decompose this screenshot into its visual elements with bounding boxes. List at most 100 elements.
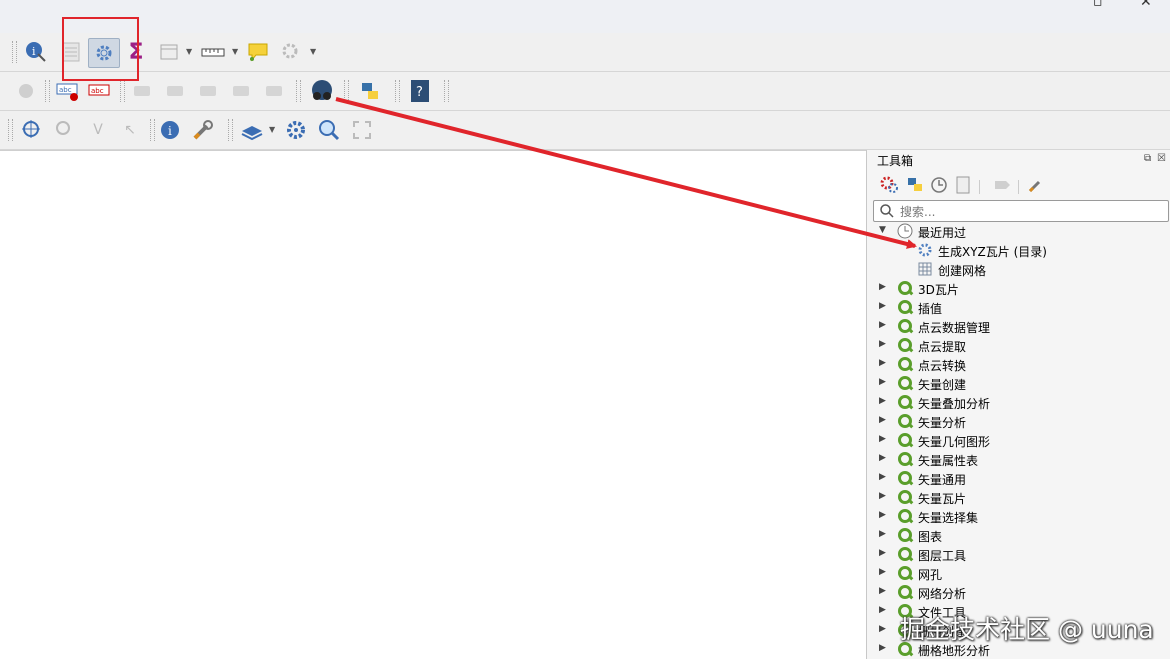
models-icon[interactable] bbox=[880, 176, 898, 197]
open-table-icon[interactable] bbox=[157, 40, 181, 64]
digitize-icon[interactable] bbox=[20, 118, 44, 142]
snapping-icon[interactable]: ↖ bbox=[118, 118, 142, 142]
toolbar-grip[interactable] bbox=[120, 80, 125, 102]
vertex-tool-icon[interactable] bbox=[53, 118, 77, 142]
measure-icon[interactable] bbox=[201, 40, 225, 64]
options-wrench-icon[interactable] bbox=[1027, 176, 1045, 197]
tree-group[interactable]: ▶ 矢量几何图形 bbox=[867, 431, 1170, 450]
layer-styling-icon[interactable] bbox=[240, 118, 264, 142]
tree-group[interactable]: ▶ 矢量通用 bbox=[867, 469, 1170, 488]
float-panel-icon[interactable]: ⧉ bbox=[1144, 153, 1151, 164]
tree-group-recent[interactable]: ▼ 最近用过 bbox=[867, 222, 1170, 241]
tree-group[interactable]: ▶ 网络分析 bbox=[867, 583, 1170, 602]
expand-arrow-icon[interactable]: ▶ bbox=[879, 510, 886, 520]
tree-item-recent[interactable]: 生成XYZ瓦片 (目录) bbox=[867, 241, 1170, 260]
toolbar-grip[interactable] bbox=[395, 80, 400, 102]
expand-arrow-icon[interactable]: ▶ bbox=[879, 415, 886, 425]
toolbox-search-box[interactable]: 搜索... bbox=[873, 200, 1169, 222]
expand-arrow-icon[interactable]: ▶ bbox=[879, 282, 886, 292]
python-scripts-icon[interactable] bbox=[906, 176, 924, 197]
expand-arrow-icon[interactable]: ▶ bbox=[879, 358, 886, 368]
label-rotate-icon[interactable] bbox=[163, 79, 187, 103]
qgis-provider-icon bbox=[898, 547, 914, 563]
tree-group[interactable]: ▶ 点云提取 bbox=[867, 336, 1170, 355]
wrench-icon[interactable] bbox=[191, 118, 215, 142]
toolbar-grip[interactable] bbox=[45, 80, 50, 102]
identify-info-icon[interactable]: i bbox=[158, 118, 182, 142]
edit-features-icon[interactable] bbox=[993, 176, 1011, 197]
help-icon[interactable]: ? bbox=[408, 79, 432, 103]
toolbar-grip[interactable] bbox=[8, 119, 13, 141]
restore-window-icon[interactable]: ▫ bbox=[1093, 0, 1103, 10]
tree-group[interactable]: ▶ 矢量瓦片 bbox=[867, 488, 1170, 507]
expand-arrow-icon[interactable]: ▶ bbox=[879, 605, 886, 615]
python-console-icon[interactable] bbox=[358, 79, 382, 103]
label-change-icon[interactable] bbox=[262, 79, 286, 103]
expand-arrow-icon[interactable]: ▶ bbox=[879, 586, 886, 596]
tree-group-label: 矢量选择集 bbox=[918, 511, 979, 525]
toolbar-grip[interactable] bbox=[228, 119, 233, 141]
toolbar-grip[interactable] bbox=[344, 80, 349, 102]
tree-group[interactable]: ▶ 矢量叠加分析 bbox=[867, 393, 1170, 412]
history-icon[interactable] bbox=[930, 176, 948, 197]
snapping-icon[interactable]: V bbox=[86, 118, 110, 142]
map-canvas[interactable] bbox=[0, 150, 866, 660]
expand-arrow-icon[interactable]: ▶ bbox=[879, 320, 886, 330]
tree-group[interactable]: ▶ 插值 bbox=[867, 298, 1170, 317]
dropdown-arrow-icon[interactable]: ▼ bbox=[310, 47, 316, 56]
toolbar-grip[interactable] bbox=[296, 80, 301, 102]
results-viewer-icon[interactable] bbox=[954, 176, 972, 197]
identify-features-icon[interactable]: i bbox=[24, 40, 48, 64]
expand-arrow-icon[interactable]: ▶ bbox=[879, 377, 886, 387]
dropdown-arrow-icon[interactable]: ▼ bbox=[232, 47, 238, 56]
zoom-icon[interactable] bbox=[317, 118, 341, 142]
tree-item-recent[interactable]: 创建网格 bbox=[867, 260, 1170, 279]
expand-arrow-icon[interactable]: ▶ bbox=[879, 301, 886, 311]
label-highlight-icon[interactable]: abc bbox=[56, 79, 80, 103]
qgis-provider-icon bbox=[898, 281, 914, 297]
close-panel-icon[interactable]: ☒ bbox=[1157, 153, 1166, 164]
tree-item-label: 生成XYZ瓦片 (目录) bbox=[938, 245, 1047, 259]
tree-group[interactable]: ▶ 矢量属性表 bbox=[867, 450, 1170, 469]
close-window-icon[interactable]: ✕ bbox=[1140, 0, 1152, 10]
label-change-icon[interactable] bbox=[196, 79, 220, 103]
label-pin-icon[interactable] bbox=[14, 79, 38, 103]
tree-group[interactable]: ▶ 点云转换 bbox=[867, 355, 1170, 374]
expand-arrow-icon[interactable]: ▶ bbox=[879, 529, 886, 539]
plugin-icon[interactable] bbox=[310, 79, 334, 103]
expand-arrow-icon[interactable]: ▶ bbox=[879, 643, 886, 653]
tree-group[interactable]: ▶ 矢量选择集 bbox=[867, 507, 1170, 526]
expand-arrow-icon[interactable]: ▶ bbox=[879, 472, 886, 482]
expand-arrow-icon[interactable]: ▶ bbox=[879, 567, 886, 577]
collapse-arrow-icon[interactable]: ▼ bbox=[879, 225, 886, 235]
tree-group[interactable]: ▶ 点云数据管理 bbox=[867, 317, 1170, 336]
tree-group[interactable]: ▶ 矢量创建 bbox=[867, 374, 1170, 393]
toolbar-grip[interactable] bbox=[12, 41, 17, 63]
map-tips-icon[interactable] bbox=[246, 40, 270, 64]
expand-arrow-icon[interactable]: ▶ bbox=[879, 548, 886, 558]
settings-icon[interactable] bbox=[279, 40, 303, 64]
expand-arrow-icon[interactable]: ▶ bbox=[879, 396, 886, 406]
tree-group[interactable]: ▶ 矢量分析 bbox=[867, 412, 1170, 431]
tree-group[interactable]: ▶ 网孔 bbox=[867, 564, 1170, 583]
label-move-icon[interactable] bbox=[130, 79, 154, 103]
tree-group-label: 矢量通用 bbox=[918, 473, 967, 487]
gear-icon[interactable] bbox=[284, 118, 308, 142]
full-extent-icon[interactable] bbox=[350, 118, 374, 142]
expand-arrow-icon[interactable]: ▶ bbox=[879, 434, 886, 444]
expand-arrow-icon[interactable]: ▶ bbox=[879, 339, 886, 349]
dropdown-arrow-icon[interactable]: ▼ bbox=[186, 47, 192, 56]
tree-group-label: 点云提取 bbox=[918, 340, 967, 354]
expand-arrow-icon[interactable]: ▶ bbox=[879, 491, 886, 501]
label-change-icon[interactable] bbox=[229, 79, 253, 103]
label-show-icon[interactable]: abc bbox=[88, 79, 112, 103]
tree-group[interactable]: ▶ 图表 bbox=[867, 526, 1170, 545]
toolbar-grip[interactable] bbox=[150, 119, 155, 141]
tree-group[interactable]: ▶ 图层工具 bbox=[867, 545, 1170, 564]
expand-arrow-icon[interactable]: ▶ bbox=[879, 453, 886, 463]
qgis-provider-icon bbox=[898, 414, 914, 430]
tree-group[interactable]: ▶ 3D瓦片 bbox=[867, 279, 1170, 298]
dropdown-arrow-icon[interactable]: ▼ bbox=[269, 125, 275, 134]
expand-arrow-icon[interactable]: ▶ bbox=[879, 624, 886, 634]
toolbar-grip[interactable] bbox=[444, 80, 449, 102]
